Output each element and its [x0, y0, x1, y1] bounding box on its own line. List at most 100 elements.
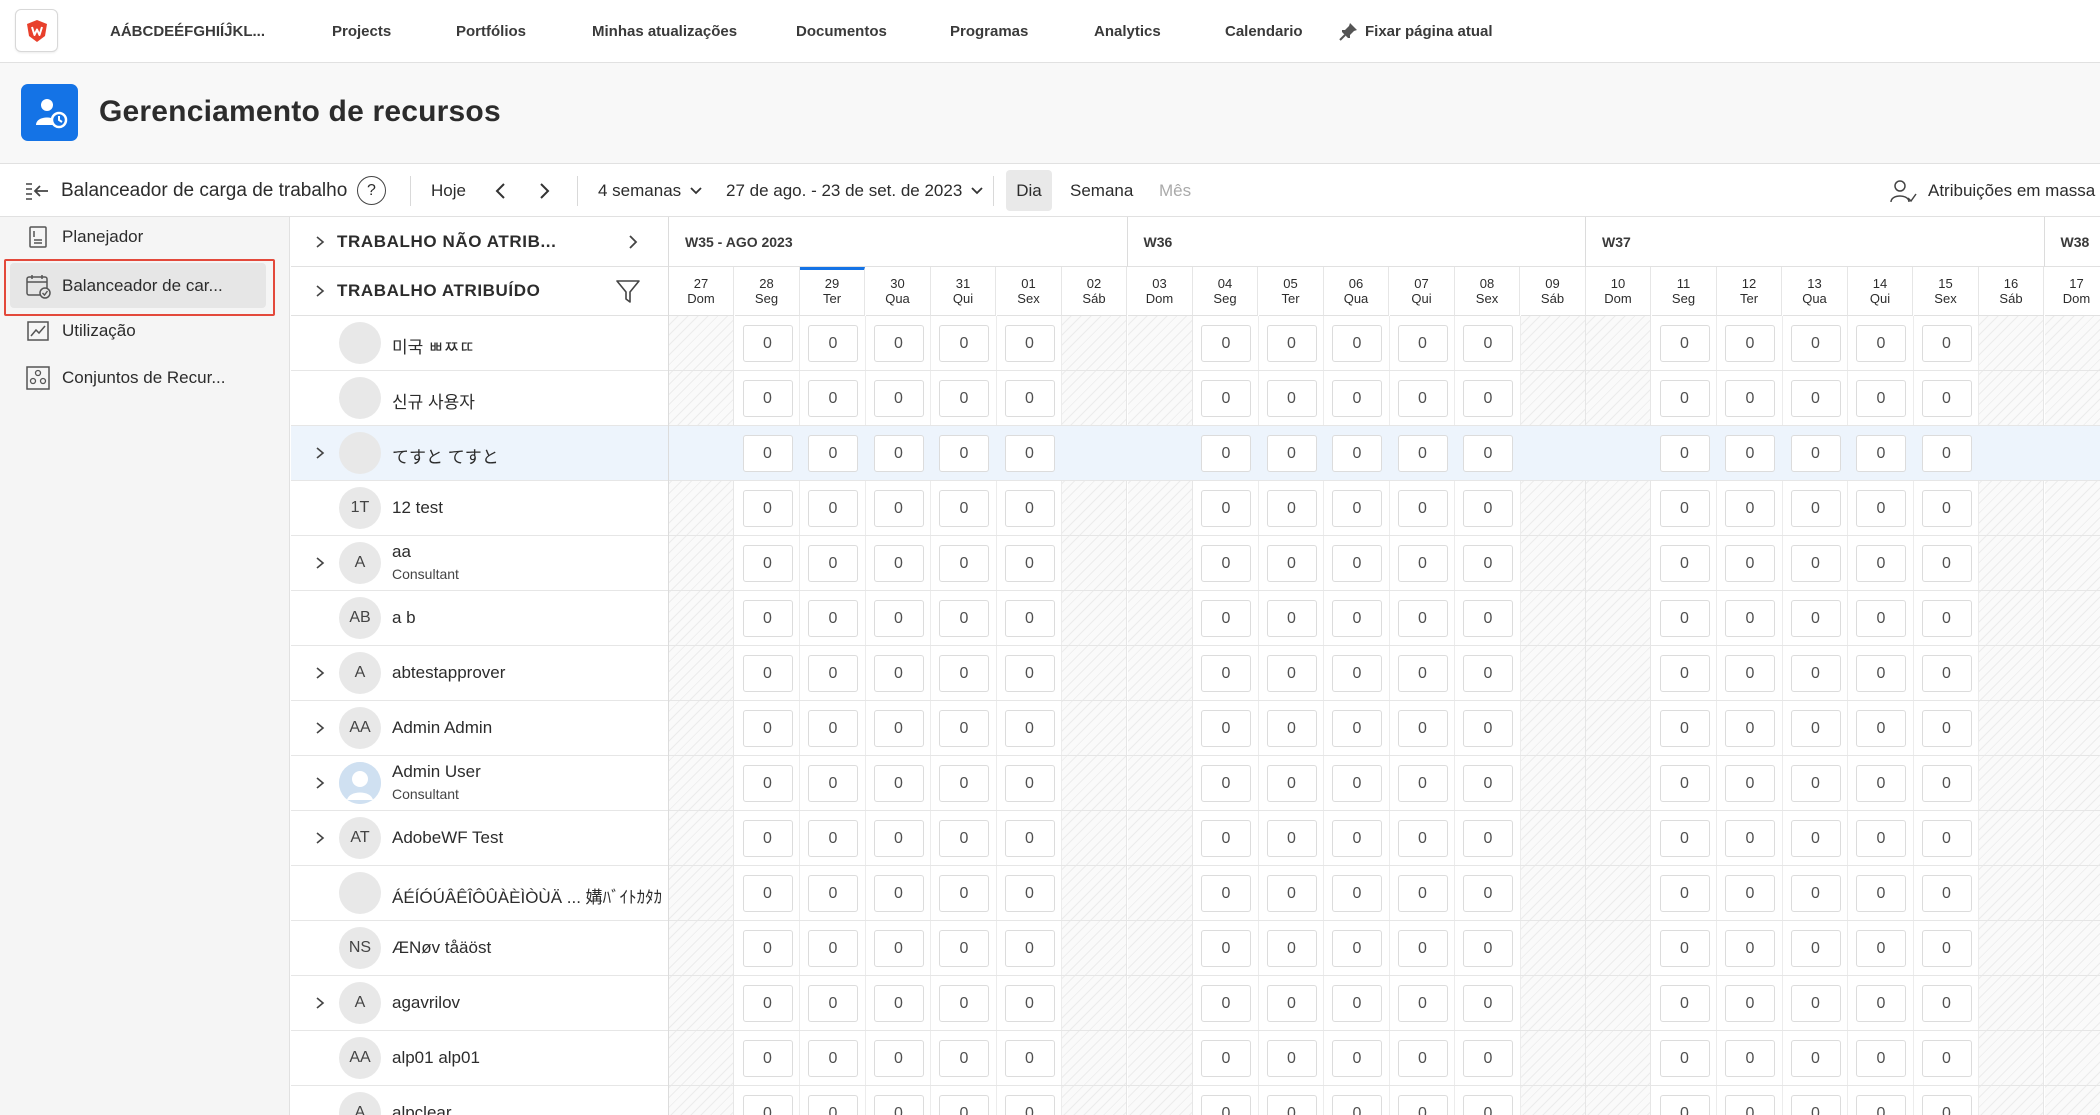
- sidebar-item-planner[interactable]: Planejador: [10, 217, 266, 257]
- hours-cell[interactable]: 0: [1397, 1040, 1448, 1077]
- hours-cell[interactable]: 0: [1397, 710, 1448, 747]
- hours-cell[interactable]: 0: [1659, 435, 1710, 472]
- hours-cell[interactable]: 0: [1725, 600, 1775, 637]
- hours-cell[interactable]: 0: [1266, 655, 1317, 692]
- hours-cell[interactable]: 0: [1725, 930, 1775, 967]
- hours-cell[interactable]: 0: [1790, 600, 1841, 637]
- resource-name[interactable]: 미국 ㅃㅉㄸ: [392, 333, 475, 358]
- hours-cell[interactable]: 0: [1856, 545, 1906, 582]
- hours-cell[interactable]: 0: [1201, 380, 1251, 417]
- hours-cell[interactable]: 0: [742, 875, 793, 912]
- unassigned-work-row[interactable]: TRABALHO NÃO ATRIB...: [291, 217, 668, 267]
- hours-cell[interactable]: 0: [808, 930, 858, 967]
- hours-cell[interactable]: 0: [1004, 545, 1055, 582]
- hours-cell[interactable]: 0: [1659, 325, 1710, 362]
- hours-cell[interactable]: 0: [1463, 1095, 1513, 1115]
- hours-cell[interactable]: 0: [1463, 875, 1513, 912]
- hours-cell[interactable]: 0: [1659, 1095, 1710, 1115]
- hours-cell[interactable]: 0: [808, 875, 858, 912]
- hours-cell[interactable]: 0: [1004, 985, 1055, 1022]
- hours-cell[interactable]: 0: [1463, 930, 1513, 967]
- hours-cell[interactable]: 0: [1397, 490, 1448, 527]
- nav-portfolios[interactable]: Portfólios: [456, 0, 526, 63]
- hours-cell[interactable]: 0: [1790, 875, 1841, 912]
- hours-cell[interactable]: 0: [939, 490, 989, 527]
- hours-cell[interactable]: 0: [939, 655, 989, 692]
- hours-cell[interactable]: 0: [1004, 600, 1055, 637]
- hours-cell[interactable]: 0: [1921, 820, 1972, 857]
- nav-my-updates[interactable]: Minhas atualizações: [592, 0, 737, 63]
- hours-cell[interactable]: 0: [873, 765, 924, 802]
- hours-cell[interactable]: 0: [873, 875, 924, 912]
- hours-cell[interactable]: 0: [939, 380, 989, 417]
- next-button[interactable]: [536, 164, 552, 217]
- resource-name[interactable]: abtestapprover: [392, 663, 505, 683]
- chevron-right-icon[interactable]: [625, 232, 641, 252]
- hours-cell[interactable]: 0: [1397, 820, 1448, 857]
- hours-cell[interactable]: 0: [1790, 325, 1841, 362]
- hours-cell[interactable]: 0: [1397, 600, 1448, 637]
- hours-cell[interactable]: 0: [1201, 435, 1251, 472]
- hours-cell[interactable]: 0: [1004, 875, 1055, 912]
- hours-cell[interactable]: 0: [1725, 1095, 1775, 1115]
- resource-row[interactable]: 1T 12 test: [291, 481, 668, 536]
- hours-cell[interactable]: 0: [1725, 875, 1775, 912]
- resource-name[interactable]: Admin User: [392, 762, 481, 782]
- hours-cell[interactable]: 0: [1266, 435, 1317, 472]
- hours-cell[interactable]: 0: [1921, 655, 1972, 692]
- hours-cell[interactable]: 0: [742, 820, 793, 857]
- resource-name[interactable]: AdobeWF Test: [392, 828, 503, 848]
- nav-projects[interactable]: Projects: [332, 0, 391, 63]
- resource-row[interactable]: Aagavrilov: [291, 976, 668, 1031]
- hours-cell[interactable]: 0: [1790, 545, 1841, 582]
- hours-cell[interactable]: 0: [1266, 600, 1317, 637]
- hours-cell[interactable]: 0: [742, 710, 793, 747]
- hours-cell[interactable]: 0: [1790, 435, 1841, 472]
- hours-cell[interactable]: 0: [742, 655, 793, 692]
- hours-cell[interactable]: 0: [1856, 600, 1906, 637]
- hours-cell[interactable]: 0: [939, 875, 989, 912]
- hours-cell[interactable]: 0: [1332, 765, 1382, 802]
- hours-cell[interactable]: 0: [1659, 545, 1710, 582]
- resource-row[interactable]: ÁÉÍÓÚÂÊÎÔÛÀÈÌÒÙÄ ... 媾ﾊﾞｲﾄｶﾀｶ: [291, 866, 668, 921]
- hours-cell[interactable]: 0: [939, 1095, 989, 1115]
- hours-cell[interactable]: 0: [1201, 930, 1251, 967]
- hours-cell[interactable]: 0: [1266, 325, 1317, 362]
- hours-cell[interactable]: 0: [1856, 325, 1906, 362]
- hours-cell[interactable]: 0: [808, 985, 858, 1022]
- hours-cell[interactable]: 0: [1332, 435, 1382, 472]
- hours-cell[interactable]: 0: [1332, 875, 1382, 912]
- hours-cell[interactable]: 0: [1659, 490, 1710, 527]
- resource-row[interactable]: AB a b: [291, 591, 668, 646]
- hours-cell[interactable]: 0: [1921, 875, 1972, 912]
- hours-cell[interactable]: 0: [1332, 1040, 1382, 1077]
- hours-cell[interactable]: 0: [1397, 930, 1448, 967]
- hours-cell[interactable]: 0: [1397, 435, 1448, 472]
- hours-cell[interactable]: 0: [1921, 1040, 1972, 1077]
- expand-chevron-icon[interactable]: [313, 445, 327, 461]
- sidebar-item-resource-pools[interactable]: Conjuntos de Recur...: [10, 358, 266, 398]
- hours-cell[interactable]: 0: [742, 380, 793, 417]
- hours-cell[interactable]: 0: [742, 1040, 793, 1077]
- hours-cell[interactable]: 0: [873, 600, 924, 637]
- hours-cell[interactable]: 0: [742, 435, 793, 472]
- hours-cell[interactable]: 0: [1004, 325, 1055, 362]
- hours-cell[interactable]: 0: [1201, 1095, 1251, 1115]
- expand-chevron-icon[interactable]: [313, 665, 327, 681]
- collapse-panel-button[interactable]: [24, 164, 50, 217]
- hours-cell[interactable]: 0: [1463, 545, 1513, 582]
- hours-cell[interactable]: 0: [808, 490, 858, 527]
- hours-cell[interactable]: 0: [939, 435, 989, 472]
- hours-cell[interactable]: 0: [939, 710, 989, 747]
- hours-cell[interactable]: 0: [1790, 930, 1841, 967]
- hours-cell[interactable]: 0: [1201, 1040, 1251, 1077]
- hours-cell[interactable]: 0: [1397, 1095, 1448, 1115]
- hours-cell[interactable]: 0: [1332, 545, 1382, 582]
- resource-row[interactable]: AT AdobeWF Test: [291, 811, 668, 866]
- hours-cell[interactable]: 0: [1725, 545, 1775, 582]
- hours-cell[interactable]: 0: [742, 545, 793, 582]
- hours-cell[interactable]: 0: [1397, 325, 1448, 362]
- resource-row[interactable]: 미국 ㅃㅉㄸ: [291, 316, 668, 371]
- nav-programs[interactable]: Programas: [950, 0, 1028, 63]
- hours-cell[interactable]: 0: [1725, 710, 1775, 747]
